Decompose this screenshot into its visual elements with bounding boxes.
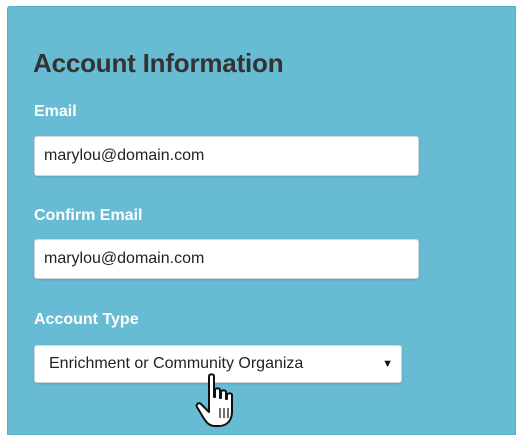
email-field[interactable]: marylou@domain.com (34, 136, 419, 176)
confirm-email-field[interactable]: marylou@domain.com (34, 239, 419, 279)
hand-pointer-icon (195, 373, 233, 427)
account-type-label: Account Type (34, 311, 139, 328)
account-information-panel: Account Information Email marylou@domain… (7, 6, 516, 435)
email-label: Email (34, 103, 77, 120)
caret-down-icon[interactable]: ▼ (382, 346, 393, 382)
section-title: Account Information (33, 48, 284, 78)
confirm-email-label: Confirm Email (34, 207, 143, 224)
